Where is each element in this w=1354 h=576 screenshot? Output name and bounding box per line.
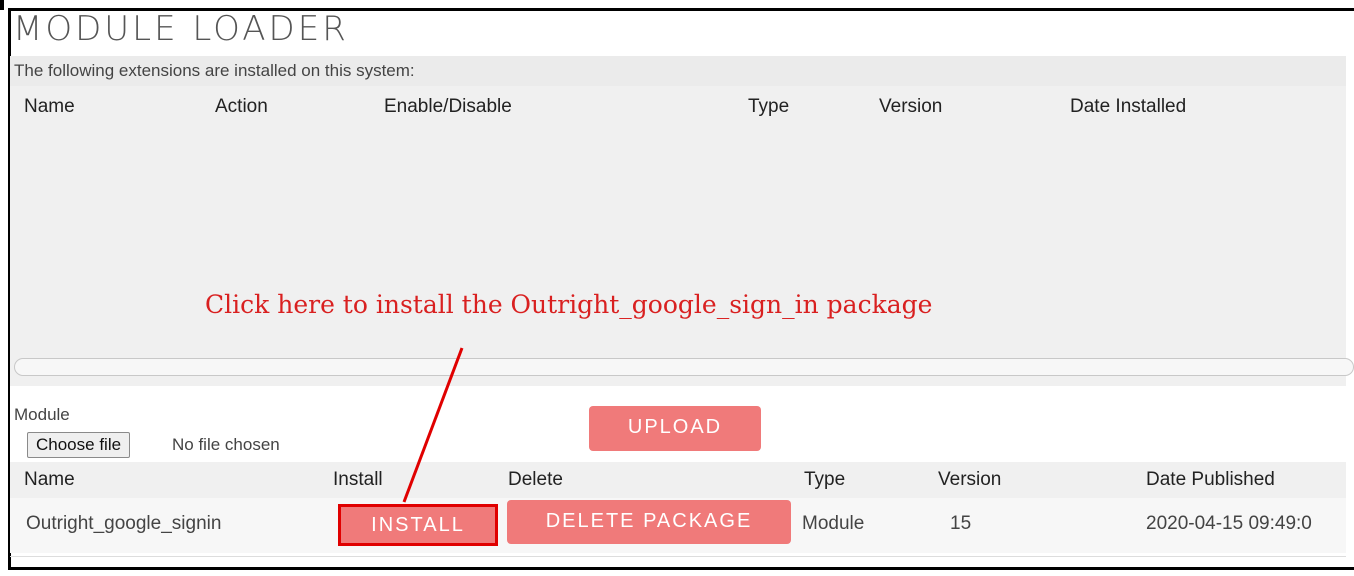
- corner-mark: [0, 0, 4, 10]
- column-version: Version: [938, 469, 1002, 490]
- column-date-installed: Date Installed: [1070, 96, 1187, 117]
- install-button[interactable]: INSTALL: [338, 504, 498, 546]
- packages-table-header: Name Install Delete Type Version Date Pu…: [10, 462, 1346, 498]
- column-delete: Delete: [508, 469, 563, 490]
- column-type: Type: [748, 96, 790, 117]
- column-action: Action: [215, 96, 268, 117]
- package-type: Module: [802, 513, 865, 534]
- package-date-published: 2020-04-15 09:49:0: [1146, 513, 1312, 534]
- installed-extensions-table: Name Action Enable/Disable Type Version …: [10, 86, 1346, 386]
- delete-package-button[interactable]: DELETE PACKAGE: [507, 500, 791, 544]
- page-title: MODULE LOADER: [13, 9, 349, 49]
- divider: [10, 556, 1346, 557]
- column-enable-disable: Enable/Disable: [384, 96, 512, 117]
- column-name: Name: [24, 469, 75, 490]
- module-label: Module: [14, 405, 70, 424]
- horizontal-scrollbar[interactable]: [14, 358, 1354, 376]
- installed-extensions-caption: The following extensions are installed o…: [10, 56, 1346, 86]
- package-name: Outright_google_signin: [26, 513, 222, 534]
- column-date-published: Date Published: [1146, 469, 1275, 490]
- upload-button[interactable]: UPLOAD: [589, 406, 761, 451]
- column-version: Version: [879, 96, 943, 117]
- column-install: Install: [333, 469, 383, 490]
- choose-file-button[interactable]: Choose file: [27, 432, 131, 458]
- annotation-callout: Click here to install the Outright_googl…: [205, 290, 933, 319]
- column-type: Type: [804, 469, 846, 490]
- package-version: 15: [950, 513, 972, 534]
- file-status-text: No file chosen: [172, 435, 280, 454]
- column-name: Name: [24, 96, 75, 117]
